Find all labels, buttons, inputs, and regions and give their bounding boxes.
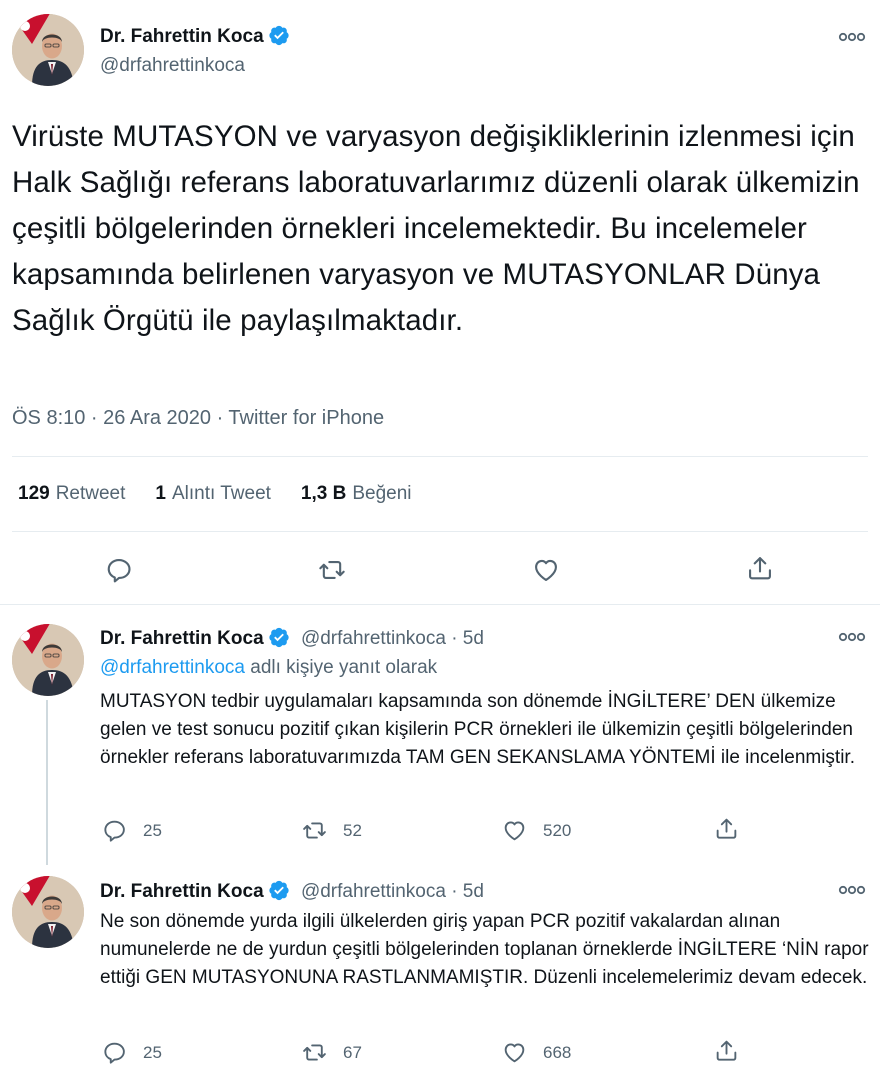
reply-author-avatar[interactable]: [12, 876, 84, 948]
like-icon: [502, 1040, 527, 1065]
quote-label: Alıntı Tweet: [171, 483, 271, 504]
reply-context: @drfahrettinkoca adlı kişiye yanıt olara…: [100, 657, 437, 679]
reply-author-handle[interactable]: @drfahrettinkoca: [301, 881, 446, 902]
reply-icon: [105, 556, 133, 584]
thread-connector: [46, 700, 48, 865]
author-name-row: Dr. Fahrettin Koca: [100, 24, 290, 48]
share-icon: [746, 554, 774, 582]
more-options-icon[interactable]: [838, 885, 866, 895]
retweet-button[interactable]: 67: [302, 1040, 362, 1065]
more-options-icon[interactable]: [838, 632, 866, 642]
divider: [12, 456, 868, 457]
author-avatar[interactable]: [12, 14, 84, 86]
retweet-icon: [318, 556, 346, 584]
reply-author-name[interactable]: Dr. Fahrettin Koca: [100, 628, 264, 649]
verified-badge-icon: [268, 879, 290, 901]
reply-text: Ne son dönemde yurda ilgili ülkelerden g…: [100, 911, 869, 988]
like-button[interactable]: 520: [502, 818, 571, 843]
reply-header: Dr. Fahrettin Koca @drfahrettinkoca · 5d: [100, 879, 484, 903]
share-icon: [714, 816, 739, 841]
verified-badge-icon: [268, 24, 290, 46]
verified-badge-icon: [268, 626, 290, 648]
like-count: 1,3 B: [300, 483, 347, 504]
avatar-image: [12, 624, 84, 696]
like-button[interactable]: 668: [502, 1040, 571, 1065]
like-button[interactable]: [532, 556, 560, 584]
retweet-label: Retweet: [55, 483, 126, 504]
quote-count: 1: [155, 483, 166, 504]
like-count: 520: [543, 820, 572, 840]
tweet-meta[interactable]: ÖS 8:10 · 26 Ara 2020 · Twitter for iPho…: [12, 407, 384, 430]
reply-author-name[interactable]: Dr. Fahrettin Koca: [100, 881, 264, 902]
reply-icon: [102, 1040, 127, 1065]
retweet-count: 129: [18, 483, 50, 504]
reply-author-handle[interactable]: @drfahrettinkoca: [301, 628, 446, 649]
retweet-button[interactable]: 52: [302, 818, 362, 843]
reply-time[interactable]: · 5d: [451, 881, 484, 902]
reply-button[interactable]: [105, 556, 133, 584]
reply-to-mention[interactable]: @drfahrettinkoca: [100, 657, 245, 678]
like-icon: [532, 556, 560, 584]
like-icon: [502, 818, 527, 843]
retweet-count: 52: [343, 820, 362, 840]
tweet-text: Virüste MUTASYON ve varyasyon değişiklik…: [12, 120, 860, 337]
like-label: Beğeni: [352, 483, 412, 504]
reply-button[interactable]: 25: [102, 818, 162, 843]
quote-stat[interactable]: 1 Alıntı Tweet: [155, 483, 271, 505]
reply-text: MUTASYON tedbir uygulamaları kapsamında …: [100, 691, 855, 768]
reply-icon: [102, 818, 127, 843]
reply-count: 25: [143, 1042, 162, 1062]
retweet-count: 67: [343, 1042, 362, 1062]
reply-time[interactable]: · 5d: [451, 628, 484, 649]
share-icon: [714, 1038, 739, 1063]
like-stat[interactable]: 1,3 B Beğeni: [301, 483, 412, 505]
avatar-image: [12, 14, 84, 86]
retweet-icon: [302, 818, 327, 843]
author-name[interactable]: Dr. Fahrettin Koca: [100, 26, 264, 47]
reply-button[interactable]: 25: [102, 1040, 162, 1065]
share-button[interactable]: [746, 554, 774, 582]
retweet-button[interactable]: [318, 556, 346, 584]
reply-author-avatar[interactable]: [12, 624, 84, 696]
divider: [12, 531, 868, 532]
retweet-stat[interactable]: 129 Retweet: [18, 483, 125, 505]
avatar-image: [12, 876, 84, 948]
share-button[interactable]: [714, 1038, 739, 1063]
more-options-icon[interactable]: [838, 32, 866, 42]
like-count: 668: [543, 1042, 572, 1062]
reply-count: 25: [143, 820, 162, 840]
reply-to-label: adlı kişiye yanıt olarak: [250, 657, 438, 678]
engagement-stats: 129 Retweet 1 Alıntı Tweet 1,3 B Beğeni: [18, 483, 412, 505]
retweet-icon: [302, 1040, 327, 1065]
section-divider: [0, 604, 880, 605]
author-handle[interactable]: @drfahrettinkoca: [100, 55, 245, 77]
share-button[interactable]: [714, 816, 739, 841]
reply-header: Dr. Fahrettin Koca @drfahrettinkoca · 5d: [100, 626, 484, 650]
